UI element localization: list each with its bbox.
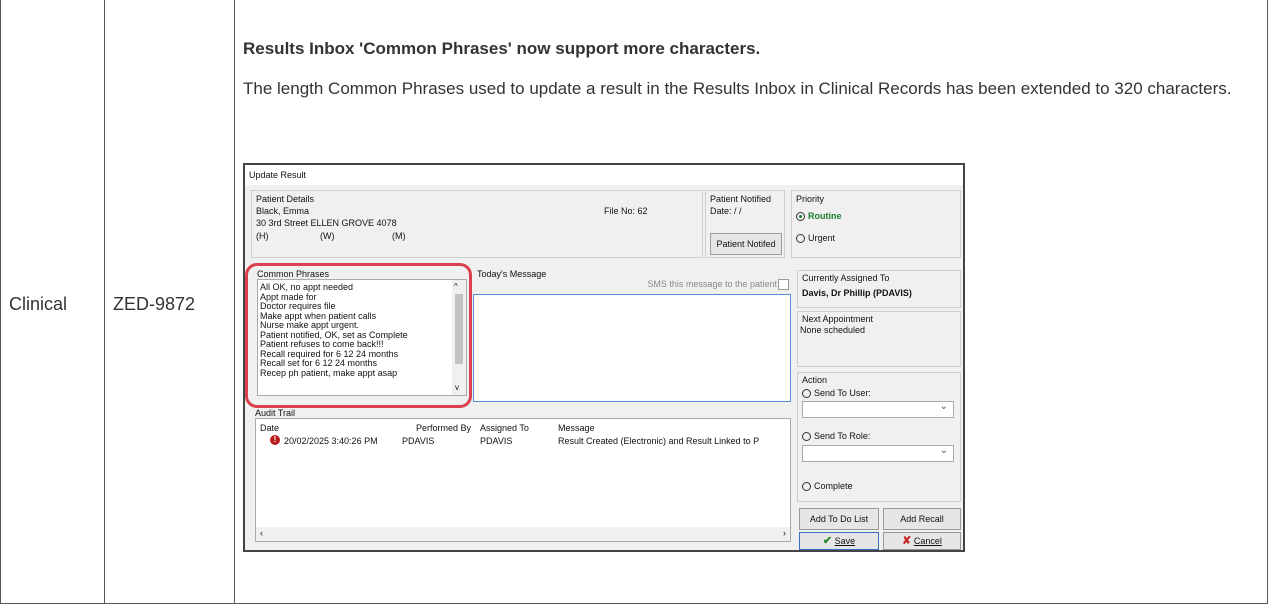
add-to-do-list-button[interactable]: Add To Do List: [799, 508, 879, 530]
update-result-dialog: Update Result Patient Details Black, Emm…: [243, 163, 965, 552]
phone-work: (W): [320, 231, 335, 241]
column-divider: [234, 0, 235, 603]
scroll-left-icon[interactable]: ‹: [260, 528, 263, 538]
radio-icon: [802, 482, 811, 492]
next-appointment-label: Next Appointment: [802, 314, 874, 324]
note-description: The length Common Phrases used to update…: [243, 79, 1232, 98]
next-appointment-value: None scheduled: [800, 325, 866, 335]
priority-routine-option[interactable]: Routine: [796, 211, 842, 222]
cross-icon: ✘: [902, 535, 912, 547]
send-to-role-option[interactable]: Send To Role:: [802, 431, 871, 442]
patient-details-label: Patient Details: [256, 194, 315, 204]
assigned-value: Davis, Dr Phillip (PDAVIS): [802, 288, 912, 298]
audit-col-message[interactable]: Message: [558, 423, 595, 433]
priority-label: Priority: [796, 194, 825, 204]
patient-notified-button[interactable]: Patient Notifed: [710, 233, 782, 255]
audit-row-date: 20/02/2025 3:40:26 PM: [284, 436, 378, 446]
send-to-user-select[interactable]: [802, 401, 954, 418]
priority-urgent-option[interactable]: Urgent: [796, 233, 836, 244]
phrases-highlight: [245, 263, 472, 408]
action-group: Action Send To User: Send To Role: Compl…: [797, 372, 961, 502]
sms-checkbox-label: SMS this message to the patient: [647, 279, 777, 289]
audit-trail-group: Audit Trail Date Performed By Assigned T…: [251, 408, 791, 548]
file-number: File No: 62: [604, 206, 648, 216]
cancel-button[interactable]: ✘ Cancel: [883, 532, 961, 550]
radio-icon: [802, 432, 811, 442]
category-cell: Clinical: [9, 294, 68, 314]
audit-row-to: PDAVIS: [480, 436, 513, 446]
priority-group: Priority Routine Urgent: [791, 190, 961, 258]
audit-trail-table[interactable]: Date Performed By Assigned To Message ! …: [255, 418, 791, 542]
radio-icon: [802, 389, 811, 399]
assigned-group: Currently Assigned To Davis, Dr Phillip …: [797, 270, 961, 308]
patient-address: 30 3rd Street ELLEN GROVE 4078: [256, 218, 397, 228]
send-to-user-label: Send To User:: [814, 388, 871, 398]
patient-notified-label: Patient Notified: [710, 194, 772, 204]
cancel-label: Cancel: [913, 536, 942, 546]
phone-home: (H): [256, 231, 269, 241]
check-icon: ✔: [822, 535, 833, 547]
audit-row-by: PDAVIS: [402, 436, 435, 446]
audit-horizontal-scrollbar[interactable]: ‹ ›: [256, 527, 790, 541]
audit-col-assigned-to[interactable]: Assigned To: [480, 423, 529, 433]
dialog-title-bar: Update Result: [245, 165, 963, 185]
todays-message-label: Today's Message: [477, 269, 547, 279]
audit-col-date[interactable]: Date: [260, 423, 279, 433]
dialog-title: Update Result: [249, 170, 307, 180]
send-to-user-option[interactable]: Send To User:: [802, 388, 871, 399]
action-label: Action: [802, 375, 828, 385]
patient-details-group: Patient Details Black, Emma 30 3rd Stree…: [251, 190, 703, 258]
send-to-role-select[interactable]: [802, 445, 954, 462]
complete-option[interactable]: Complete: [802, 481, 853, 492]
patient-notified-group: Patient Notified Date: / / Patient Notif…: [705, 190, 785, 258]
column-divider: [104, 0, 105, 603]
add-recall-button[interactable]: Add Recall: [883, 508, 961, 530]
save-button[interactable]: ✔ Save: [799, 532, 879, 550]
ticket-cell: ZED-9872: [113, 294, 196, 314]
audit-row-message: Result Created (Electronic) and Result L…: [558, 436, 760, 446]
phone-mobile: (M): [392, 231, 406, 241]
scroll-right-icon[interactable]: ›: [783, 528, 786, 538]
patient-name: Black, Emma: [256, 206, 310, 216]
note-title: Results Inbox 'Common Phrases' now suppo…: [243, 39, 761, 58]
complete-label: Complete: [814, 481, 853, 491]
todays-message-input[interactable]: [473, 294, 791, 402]
send-to-role-label: Send To Role:: [814, 431, 871, 441]
assigned-label: Currently Assigned To: [802, 273, 890, 283]
urgent-label: Urgent: [808, 233, 836, 243]
todays-message-group: Today's Message SMS this message to the …: [473, 269, 791, 404]
save-label: Save: [834, 536, 856, 546]
audit-col-performed-by[interactable]: Performed By: [416, 423, 471, 433]
alert-icon: !: [270, 435, 280, 445]
next-appointment-group: Next Appointment None scheduled: [797, 311, 961, 367]
radio-selected-icon: [796, 212, 805, 222]
radio-icon: [796, 234, 805, 244]
notified-date: Date: / /: [710, 206, 742, 216]
audit-trail-label: Audit Trail: [255, 408, 296, 418]
routine-label: Routine: [808, 211, 842, 221]
sms-checkbox[interactable]: [778, 279, 789, 290]
